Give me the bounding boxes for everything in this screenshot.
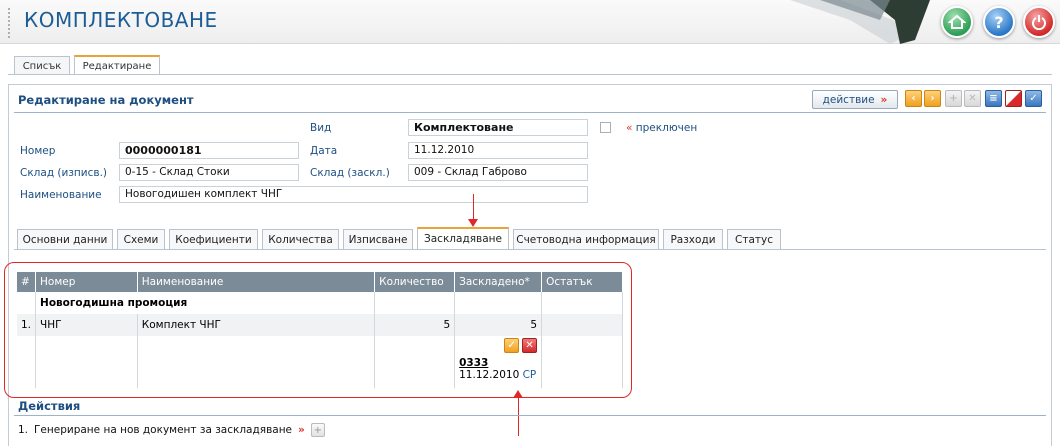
delete-x-icon[interactable]: ✕	[522, 338, 538, 353]
tab-status[interactable]: Статус	[727, 229, 781, 249]
panel-title: Редактиране на документ	[18, 93, 194, 107]
tab-list[interactable]: Списък	[14, 56, 70, 75]
header-decoration	[790, 0, 930, 44]
tab-accounting[interactable]: Счетоводна информация	[513, 229, 659, 249]
next-button[interactable]: ›	[924, 90, 941, 107]
col-name: Наименование	[137, 272, 376, 292]
tab-schemes[interactable]: Схеми	[117, 229, 165, 249]
row-name: Комплект ЧНГ	[137, 314, 376, 336]
help-icon: ?	[994, 12, 1004, 32]
tab-main-data[interactable]: Основни данни	[17, 229, 113, 249]
date-field[interactable]: 11.12.2010	[408, 142, 588, 159]
chevron-left-icon: ‹	[911, 93, 916, 104]
action-button[interactable]: действие »	[812, 90, 898, 109]
in-warehouse-label: Склад (заскл.)	[310, 167, 390, 179]
col-stored: Заскладено*	[454, 272, 543, 292]
tab-storage[interactable]: Заскладяване	[417, 227, 509, 249]
close-icon: ✕	[968, 93, 977, 104]
switched-link[interactable]: « преключен	[626, 122, 697, 134]
annotation-arrow-line	[473, 194, 474, 220]
doc-type-link[interactable]: СР	[523, 369, 537, 381]
action-item-index: 1.	[18, 424, 29, 436]
app-title: КОМПЛЕКТОВАНЕ	[24, 8, 218, 32]
annotation-arrow-head	[468, 219, 478, 227]
out-warehouse-field[interactable]: 0-15 - Склад Стоки	[119, 164, 299, 181]
power-icon	[1032, 15, 1046, 30]
row-index: 1.	[17, 314, 37, 336]
group-row: Новогодишна промоция	[17, 292, 623, 314]
double-chevron-icon: »	[298, 424, 305, 436]
col-index: #	[17, 272, 37, 292]
inner-tabs-divider	[14, 249, 1046, 250]
doc-date: 11.12.2010	[459, 369, 520, 381]
document-row: ✓ ✕ 0333 11.12.2010 СР	[17, 336, 623, 388]
add-icon[interactable]: +	[310, 423, 325, 437]
help-button[interactable]: ?	[983, 6, 1015, 38]
action-item[interactable]: 1. Генериране на нов документ за засклад…	[18, 423, 325, 437]
edit-check-icon[interactable]: ✓	[504, 338, 520, 353]
stored-document-cell: ✓ ✕ 0333 11.12.2010 СР	[454, 336, 543, 388]
row-stored: 5	[454, 314, 543, 336]
check-icon: ✓	[1029, 93, 1038, 104]
out-warehouse-label: Склад (изписв.)	[20, 167, 108, 179]
header-grip	[8, 8, 10, 38]
number-label: Номер	[20, 145, 56, 157]
switched-label: преключен	[635, 122, 698, 134]
switched-checkbox[interactable]	[600, 122, 611, 133]
row-number: ЧНГ	[35, 314, 138, 336]
power-button[interactable]	[1023, 6, 1055, 38]
home-button[interactable]	[941, 6, 973, 38]
panel-title-divider	[14, 112, 1046, 113]
col-number: Номер	[35, 272, 138, 292]
list-button[interactable]: ≡	[985, 90, 1002, 107]
row-rest	[541, 314, 623, 336]
doc-date-line: 11.12.2010 СР	[459, 369, 537, 381]
confirm-button[interactable]: ✓	[1025, 90, 1042, 107]
doc-number-link[interactable]: 0333	[459, 357, 537, 369]
tab-write-off[interactable]: Изписване	[343, 229, 413, 249]
type-field[interactable]: Комплектоване	[408, 119, 588, 136]
row-quantity: 5	[374, 314, 456, 336]
col-rest: Остатък	[541, 272, 623, 292]
double-chevron-left-icon: «	[626, 122, 633, 134]
double-chevron-icon: »	[880, 93, 888, 106]
name-field[interactable]: Новогодишен комплект ЧНГ	[119, 186, 588, 203]
action-button-label: действие	[822, 93, 875, 106]
tab-quantities[interactable]: Количества	[262, 229, 339, 249]
actions-divider	[14, 415, 1046, 416]
storage-grid: # Номер Наименование Количество Заскладе…	[17, 272, 623, 388]
in-warehouse-field[interactable]: 009 - Склад Габрово	[408, 164, 588, 181]
add-button[interactable]: +	[945, 90, 962, 107]
tab-coefficients[interactable]: Коефициенти	[169, 229, 258, 249]
plus-icon: +	[949, 93, 958, 104]
chevron-right-icon: ›	[930, 93, 935, 104]
cancel-button[interactable]	[1005, 90, 1022, 107]
tabs-divider	[8, 74, 1052, 75]
name-label: Наименование	[20, 189, 102, 201]
delete-button[interactable]: ✕	[964, 90, 981, 107]
action-item-label: Генериране на нов документ за заскладява…	[34, 424, 293, 436]
home-icon	[948, 14, 966, 29]
list-icon: ≡	[989, 93, 998, 104]
tab-edit[interactable]: Редактиране	[74, 55, 160, 75]
table-row[interactable]: 1. ЧНГ Комплект ЧНГ 5 5	[17, 314, 623, 336]
annotation-arrow-line-2	[518, 398, 519, 436]
grid-header-row: # Номер Наименование Количество Заскладе…	[17, 272, 623, 292]
col-quantity: Количество	[374, 272, 456, 292]
actions-title: Действия	[18, 399, 81, 413]
type-label: Вид	[310, 122, 332, 134]
tab-expenses[interactable]: Разходи	[663, 229, 723, 249]
date-label: Дата	[310, 145, 338, 157]
prev-button[interactable]: ‹	[905, 90, 922, 107]
annotation-arrow-head-2	[513, 390, 523, 398]
number-field[interactable]: 0000000181	[119, 142, 299, 159]
group-name: Новогодишна промоция	[35, 292, 376, 314]
